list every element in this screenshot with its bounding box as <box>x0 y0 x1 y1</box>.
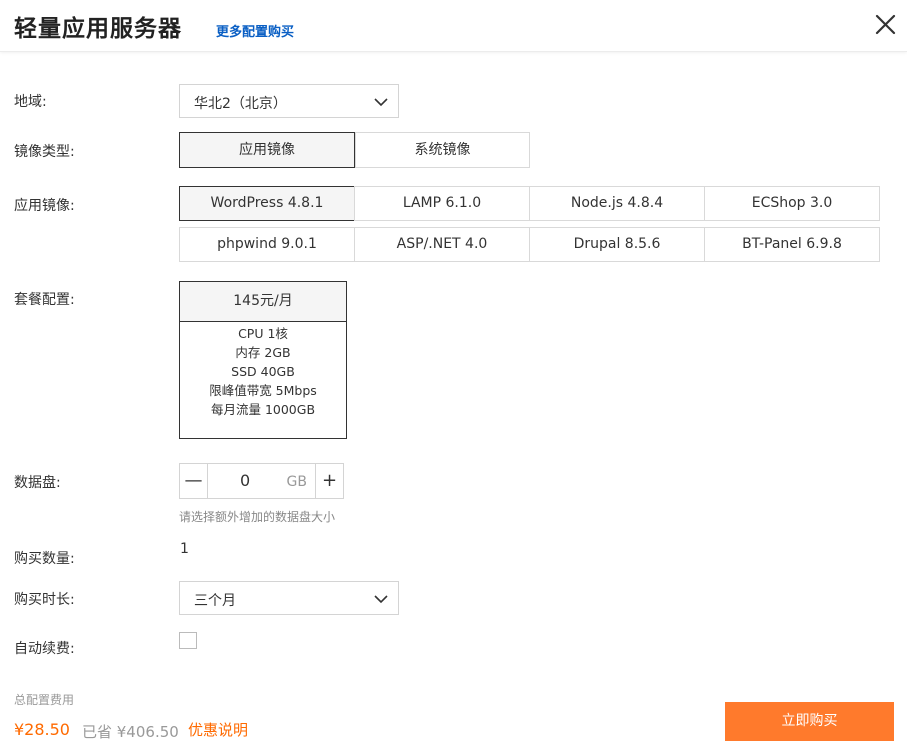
duration-select[interactable]: 三个月 <box>179 581 399 615</box>
disk-increment-button[interactable]: + <box>315 464 343 498</box>
page-title: 轻量应用服务器 <box>14 16 182 42</box>
image-type-label: 镜像类型: <box>14 144 75 160</box>
app-image-tile[interactable]: ECShop 3.0 <box>704 186 880 221</box>
app-image-tile[interactable]: ASP/.NET 4.0 <box>354 227 530 262</box>
app-image-tile[interactable]: LAMP 6.1.0 <box>354 186 530 221</box>
spec-cpu: CPU 1核 <box>238 326 288 341</box>
duration-value: 三个月 <box>194 593 236 609</box>
disk-size-input[interactable]: 0 GB <box>209 464 315 498</box>
disk-hint: 请选择额外增加的数据盘大小 <box>179 510 336 524</box>
spec-memory: 内存 2GB <box>235 345 291 360</box>
region-label: 地域: <box>14 94 47 110</box>
package-card[interactable]: 145元/月 CPU 1核 内存 2GB SSD 40GB 限峰值带宽 5Mbp… <box>179 281 347 439</box>
app-image-tile[interactable]: WordPress 4.8.1 <box>179 186 355 221</box>
app-image-tile[interactable]: Drupal 8.5.6 <box>529 227 705 262</box>
more-config-link[interactable]: 更多配置购买 <box>216 21 294 40</box>
disk-stepper: — 0 GB + <box>179 463 344 499</box>
duration-label: 购买时长: <box>14 592 75 608</box>
close-icon <box>875 14 896 35</box>
chevron-down-icon <box>374 595 388 604</box>
disk-size-value: 0 <box>240 471 251 490</box>
package-label: 套餐配置: <box>14 292 75 308</box>
spec-ssd: SSD 40GB <box>231 364 295 379</box>
close-button[interactable] <box>871 10 901 40</box>
image-type-app-tile[interactable]: 应用镜像 <box>179 132 355 168</box>
dialog-header: 轻量应用服务器 更多配置购买 <box>0 0 907 52</box>
quantity-label: 购买数量: <box>14 551 75 567</box>
image-type-system-tile[interactable]: 系统镜像 <box>355 132 530 168</box>
region-value: 华北2（北京） <box>194 96 287 112</box>
promo-info-link[interactable]: 优惠说明 <box>188 719 248 740</box>
buy-now-button[interactable]: 立即购买 <box>725 702 894 741</box>
chevron-down-icon <box>374 98 388 107</box>
package-price: 145元/月 <box>180 282 346 322</box>
app-image-tile[interactable]: phpwind 9.0.1 <box>179 227 355 262</box>
disk-unit: GB <box>286 474 307 490</box>
disk-decrement-button[interactable]: — <box>180 464 208 498</box>
disk-label: 数据盘: <box>14 475 61 491</box>
total-price: ¥28.50 <box>14 720 70 739</box>
spec-traffic: 每月流量 1000GB <box>210 402 316 417</box>
auto-renew-checkbox[interactable] <box>179 632 197 649</box>
spec-bandwidth: 限峰值带宽 5Mbps <box>209 383 317 398</box>
app-image-label: 应用镜像: <box>14 198 75 214</box>
region-select[interactable]: 华北2（北京） <box>179 84 399 118</box>
saved-amount: 已省 ¥406.50 <box>82 723 179 741</box>
package-specs: CPU 1核 内存 2GB SSD 40GB 限峰值带宽 5Mbps 每月流量 … <box>180 322 346 419</box>
app-image-tile[interactable]: BT-Panel 6.9.8 <box>704 227 880 262</box>
quantity-value: 1 <box>180 541 189 557</box>
total-cost-label: 总配置费用 <box>14 693 75 707</box>
app-image-tile[interactable]: Node.js 4.8.4 <box>529 186 705 221</box>
auto-renew-label: 自动续费: <box>14 641 75 657</box>
